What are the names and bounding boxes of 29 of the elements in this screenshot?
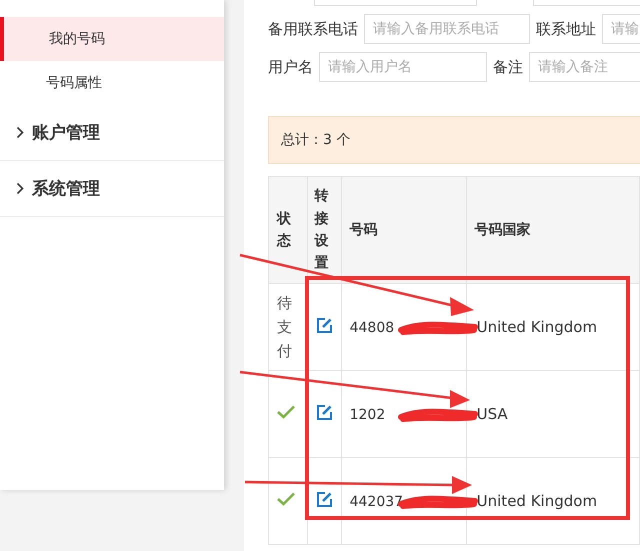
edit-icon[interactable] — [316, 316, 333, 334]
input-field[interactable]: 请输 — [602, 14, 640, 44]
sidebar-group[interactable]: 账户管理 — [0, 105, 224, 161]
sidebar-item[interactable]: 号码属性 — [0, 61, 224, 105]
field-label: 用户名 — [268, 58, 313, 76]
column-header: 号码 — [341, 176, 466, 284]
column-header: 号码国家 — [466, 176, 640, 284]
chevron-icon — [16, 126, 24, 139]
input-field[interactable]: 请输入备注 — [529, 52, 640, 82]
sidebar-item[interactable]: 我的号码 — [0, 17, 224, 61]
check-icon — [277, 405, 295, 419]
column-header: 状态 — [268, 176, 308, 284]
check-icon — [277, 492, 295, 506]
group-label: 系统管理 — [32, 178, 100, 200]
country-cell: United Kingdom — [466, 458, 640, 544]
summary-bar: 总计：3 个 — [268, 116, 640, 164]
edit-icon[interactable] — [316, 490, 333, 508]
input-field[interactable]: 请输入用户名 — [319, 52, 487, 82]
edit-icon[interactable] — [316, 404, 333, 420]
field-label: 备用联系电话 — [268, 20, 358, 38]
field-label: 联系地址 — [536, 20, 596, 38]
input-field[interactable]: 请输入备用联系电话 — [364, 14, 530, 44]
sidebar-group[interactable]: 系统管理 — [0, 161, 224, 217]
column-header: 转接设置 — [307, 176, 342, 284]
country-cell: USA — [466, 370, 640, 458]
group-label: 账户管理 — [32, 122, 100, 144]
field-label: 备注 — [493, 58, 523, 76]
status-cell: 待支付 — [268, 284, 308, 370]
chevron-icon — [16, 182, 24, 195]
